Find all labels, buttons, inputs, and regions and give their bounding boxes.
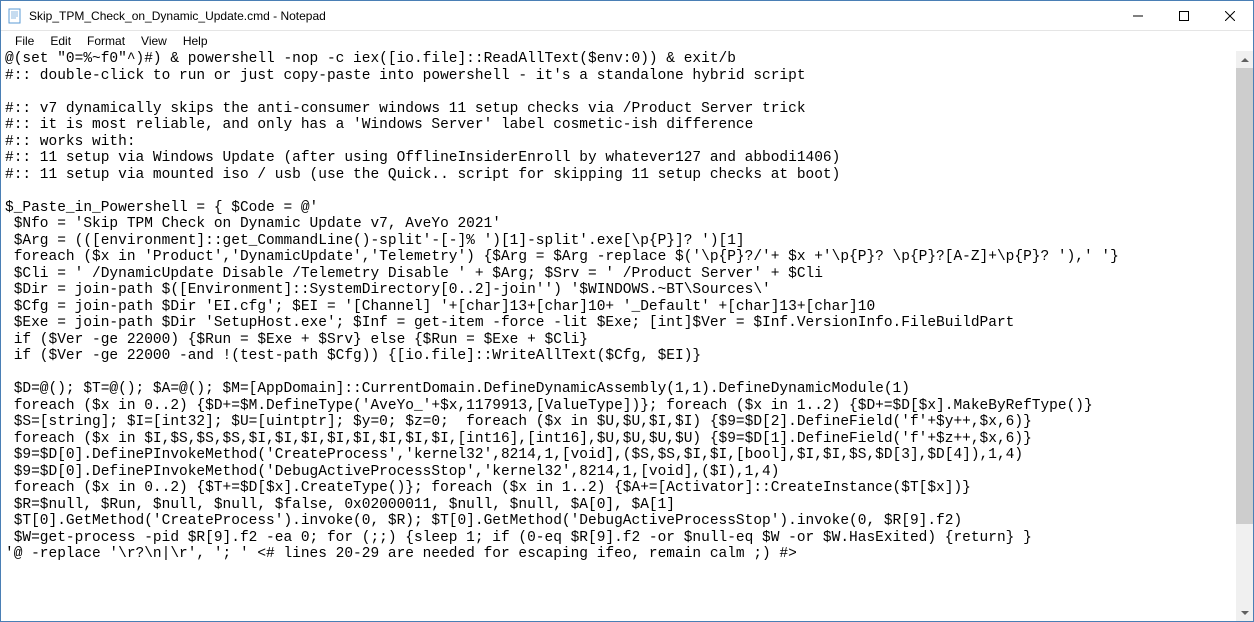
scrollbar-thumb[interactable] [1236, 68, 1253, 524]
menu-view[interactable]: View [133, 32, 175, 50]
text-editor[interactable]: @(set "0=%~f0"^)#) & powershell -nop -c … [1, 51, 1236, 621]
window-title: Skip_TPM_Check_on_Dynamic_Update.cmd - N… [29, 9, 1115, 23]
scrollbar-track[interactable] [1236, 68, 1253, 604]
vertical-scrollbar[interactable] [1236, 51, 1253, 621]
menubar: File Edit Format View Help [1, 31, 1253, 51]
scroll-up-button[interactable] [1236, 51, 1253, 68]
titlebar: Skip_TPM_Check_on_Dynamic_Update.cmd - N… [1, 1, 1253, 31]
maximize-button[interactable] [1161, 1, 1207, 31]
menu-file[interactable]: File [7, 32, 42, 50]
minimize-button[interactable] [1115, 1, 1161, 31]
notepad-icon [7, 8, 23, 24]
window-controls [1115, 1, 1253, 30]
close-button[interactable] [1207, 1, 1253, 31]
content-area: @(set "0=%~f0"^)#) & powershell -nop -c … [1, 51, 1253, 621]
menu-edit[interactable]: Edit [42, 32, 79, 50]
scroll-down-button[interactable] [1236, 604, 1253, 621]
menu-format[interactable]: Format [79, 32, 133, 50]
menu-help[interactable]: Help [175, 32, 216, 50]
